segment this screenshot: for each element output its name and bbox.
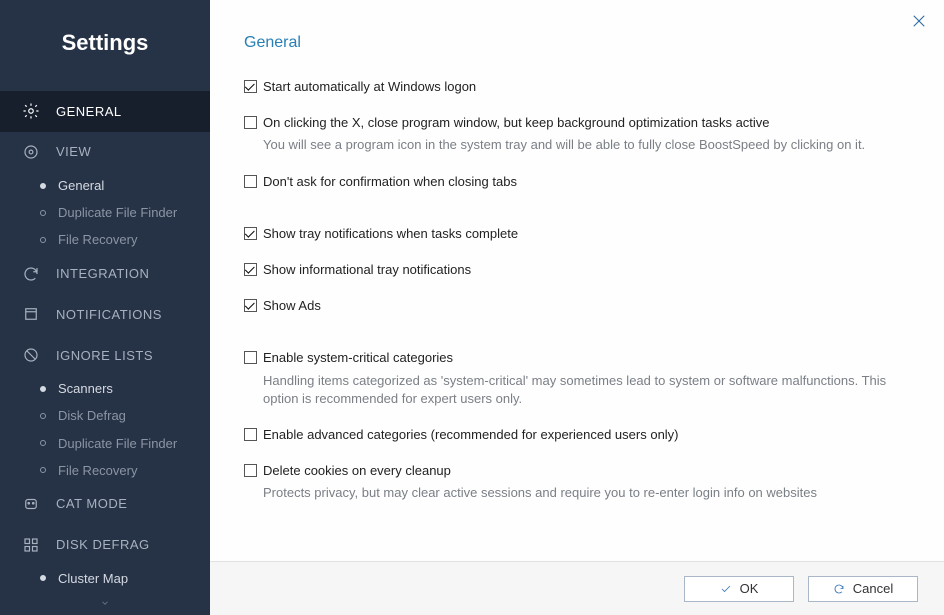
chevron-down-icon[interactable] bbox=[0, 592, 210, 615]
option-show-ads: Show Ads bbox=[244, 297, 906, 315]
option-tray-notify-complete: Show tray notifications when tasks compl… bbox=[244, 225, 906, 243]
sidebar-sub-label: General bbox=[58, 178, 104, 193]
sidebar-sub-scanners[interactable]: Scanners bbox=[0, 375, 210, 402]
checkbox-advanced-categories[interactable] bbox=[244, 428, 257, 441]
cancel-button-label: Cancel bbox=[853, 581, 893, 596]
option-label: Show tray notifications when tasks compl… bbox=[263, 225, 906, 243]
bullet-icon bbox=[40, 467, 46, 473]
sidebar-sub-duplicate-file-finder[interactable]: Duplicate File Finder bbox=[0, 199, 210, 226]
sidebar-item-disk-defrag[interactable]: DISK DEFRAG bbox=[0, 524, 210, 565]
sidebar-item-label: GENERAL bbox=[56, 104, 122, 119]
sidebar-item-integration[interactable]: INTEGRATION bbox=[0, 253, 210, 294]
sidebar-sub-general[interactable]: General bbox=[0, 172, 210, 199]
check-icon bbox=[720, 583, 732, 595]
sidebar-sub-file-recovery-2[interactable]: File Recovery bbox=[0, 457, 210, 484]
sidebar-item-label: IGNORE LISTS bbox=[56, 348, 153, 363]
sidebar-sub-label: File Recovery bbox=[58, 463, 137, 478]
section-heading: General bbox=[244, 34, 906, 52]
checkbox-start-automatically[interactable] bbox=[244, 80, 257, 93]
bullet-icon bbox=[40, 575, 46, 581]
bell-icon bbox=[22, 305, 40, 323]
option-description: Protects privacy, but may clear active s… bbox=[263, 484, 906, 502]
checkbox-dont-ask-close-tabs[interactable] bbox=[244, 175, 257, 188]
sidebar-sub-disk-defrag[interactable]: Disk Defrag bbox=[0, 402, 210, 429]
sidebar-sub-label: Duplicate File Finder bbox=[58, 436, 177, 451]
footer: OK Cancel bbox=[210, 561, 944, 615]
option-label: Enable system-critical categories bbox=[263, 349, 906, 367]
sidebar-item-label: CAT MODE bbox=[56, 496, 127, 511]
option-label: Start automatically at Windows logon bbox=[263, 78, 906, 96]
sidebar-sub-label: Disk Defrag bbox=[58, 408, 126, 423]
sync-icon bbox=[22, 265, 40, 283]
cat-icon bbox=[22, 495, 40, 513]
bullet-icon bbox=[40, 413, 46, 419]
option-advanced-categories: Enable advanced categories (recommended … bbox=[244, 426, 906, 444]
checkbox-close-keep-background[interactable] bbox=[244, 116, 257, 129]
sidebar-sub-label: Cluster Map bbox=[58, 571, 128, 586]
option-system-critical: Enable system-critical categories Handli… bbox=[244, 349, 906, 408]
ok-button-label: OK bbox=[740, 581, 759, 596]
eye-icon bbox=[22, 143, 40, 161]
ban-icon bbox=[22, 346, 40, 364]
ok-button[interactable]: OK bbox=[684, 576, 794, 602]
content-inner: General Start automatically at Windows l… bbox=[210, 0, 944, 561]
option-tray-notify-info: Show informational tray notifications bbox=[244, 261, 906, 279]
option-close-keep-background: On clicking the X, close program window,… bbox=[244, 114, 906, 154]
sidebar-item-notifications[interactable]: NOTIFICATIONS bbox=[0, 294, 210, 335]
option-delete-cookies: Delete cookies on every cleanup Protects… bbox=[244, 462, 906, 502]
sidebar-sub-label: Duplicate File Finder bbox=[58, 205, 177, 220]
bullet-icon bbox=[40, 183, 46, 189]
option-label: Delete cookies on every cleanup bbox=[263, 462, 906, 480]
sidebar: Settings GENERAL VIEW General Duplicate … bbox=[0, 0, 210, 615]
checkbox-tray-notify-info[interactable] bbox=[244, 263, 257, 276]
bullet-icon bbox=[40, 440, 46, 446]
checkbox-delete-cookies[interactable] bbox=[244, 464, 257, 477]
grid-icon bbox=[22, 536, 40, 554]
sidebar-sub-label: Scanners bbox=[58, 381, 113, 396]
option-label: On clicking the X, close program window,… bbox=[263, 114, 906, 132]
sidebar-item-label: INTEGRATION bbox=[56, 266, 149, 281]
checkbox-tray-notify-complete[interactable] bbox=[244, 227, 257, 240]
checkbox-system-critical[interactable] bbox=[244, 351, 257, 364]
option-description: You will see a program icon in the syste… bbox=[263, 136, 906, 154]
sidebar-item-label: NOTIFICATIONS bbox=[56, 307, 162, 322]
option-label: Enable advanced categories (recommended … bbox=[263, 426, 906, 444]
sidebar-sub-file-recovery[interactable]: File Recovery bbox=[0, 226, 210, 253]
close-button[interactable] bbox=[910, 12, 928, 30]
option-description: Handling items categorized as 'system-cr… bbox=[263, 372, 906, 408]
bullet-icon bbox=[40, 237, 46, 243]
option-label: Show informational tray notifications bbox=[263, 261, 906, 279]
content-pane: General Start automatically at Windows l… bbox=[210, 0, 944, 615]
gear-icon bbox=[22, 102, 40, 120]
sidebar-title: Settings bbox=[0, 30, 210, 56]
refresh-icon bbox=[833, 583, 845, 595]
option-start-automatically: Start automatically at Windows logon bbox=[244, 78, 906, 96]
cancel-button[interactable]: Cancel bbox=[808, 576, 918, 602]
bullet-icon bbox=[40, 210, 46, 216]
sidebar-item-view[interactable]: VIEW bbox=[0, 132, 210, 173]
sidebar-item-general[interactable]: GENERAL bbox=[0, 91, 210, 132]
sidebar-item-ignore-lists[interactable]: IGNORE LISTS bbox=[0, 335, 210, 376]
option-dont-ask-close-tabs: Don't ask for confirmation when closing … bbox=[244, 173, 906, 191]
sidebar-item-cat-mode[interactable]: CAT MODE bbox=[0, 484, 210, 525]
sidebar-sub-cluster-map[interactable]: Cluster Map bbox=[0, 565, 210, 592]
sidebar-sub-duplicate-file-finder-2[interactable]: Duplicate File Finder bbox=[0, 430, 210, 457]
option-label: Show Ads bbox=[263, 297, 906, 315]
option-label: Don't ask for confirmation when closing … bbox=[263, 173, 906, 191]
sidebar-item-label: DISK DEFRAG bbox=[56, 537, 150, 552]
checkbox-show-ads[interactable] bbox=[244, 299, 257, 312]
bullet-icon bbox=[40, 386, 46, 392]
sidebar-sub-label: File Recovery bbox=[58, 232, 137, 247]
sidebar-item-label: VIEW bbox=[56, 144, 91, 159]
